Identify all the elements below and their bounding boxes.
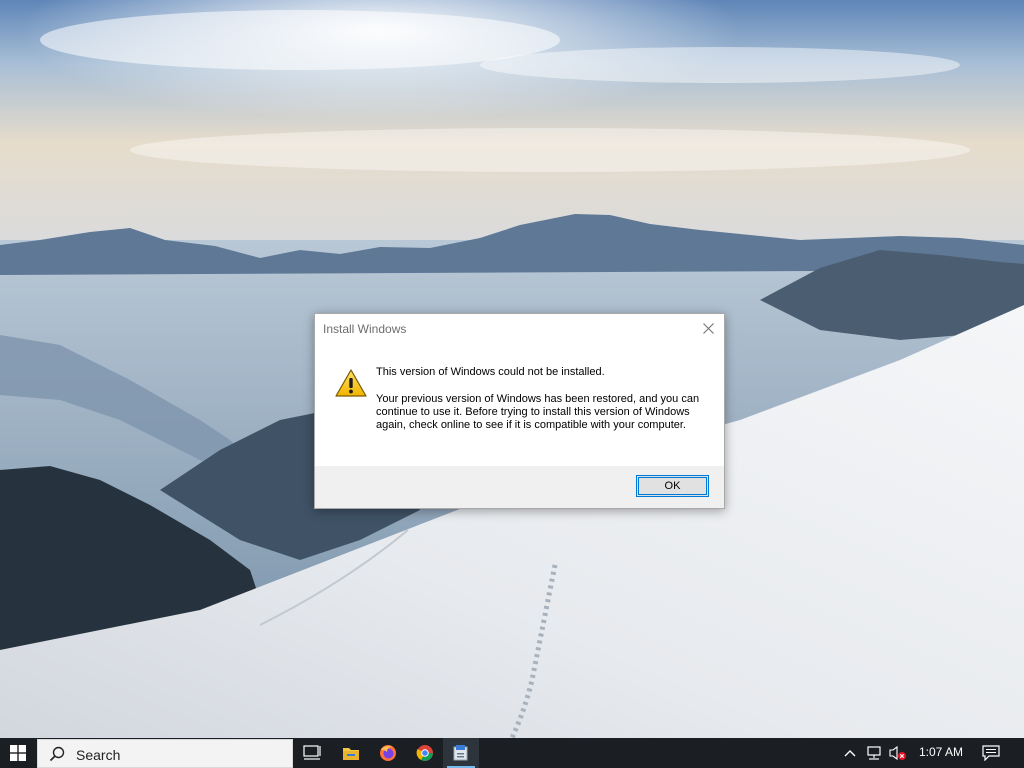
windows-logo-icon [10, 745, 26, 761]
error-heading: This version of Windows could not be ins… [376, 366, 605, 378]
file-explorer-icon[interactable] [333, 738, 369, 768]
dialog-title: Install Windows [323, 322, 407, 336]
task-view-icon[interactable] [294, 738, 330, 768]
network-icon[interactable] [863, 738, 885, 768]
warning-icon [335, 369, 367, 397]
search-input[interactable]: Search [37, 739, 293, 768]
install-windows-dialog: Install Windows This version of Windows … [314, 313, 725, 509]
firefox-icon[interactable] [370, 738, 406, 768]
installer-icon[interactable] [443, 738, 479, 768]
ok-button[interactable]: OK [636, 475, 709, 497]
search-placeholder: Search [76, 747, 121, 763]
dialog-footer: OK [315, 466, 724, 508]
chevron-up-icon[interactable] [840, 738, 860, 768]
volume-muted-icon[interactable] [887, 738, 909, 768]
dialog-message: This version of Windows could not be ins… [376, 366, 712, 432]
action-center-icon[interactable] [978, 738, 1004, 768]
start-button[interactable] [0, 738, 36, 768]
error-details: Your previous version of Windows has bee… [376, 393, 700, 431]
taskbar-clock[interactable]: 1:07 AM [913, 745, 969, 759]
chrome-icon[interactable] [407, 738, 443, 768]
taskbar: Search 1:07 AM [0, 738, 1024, 768]
search-icon [49, 746, 65, 767]
close-icon[interactable] [698, 318, 718, 338]
